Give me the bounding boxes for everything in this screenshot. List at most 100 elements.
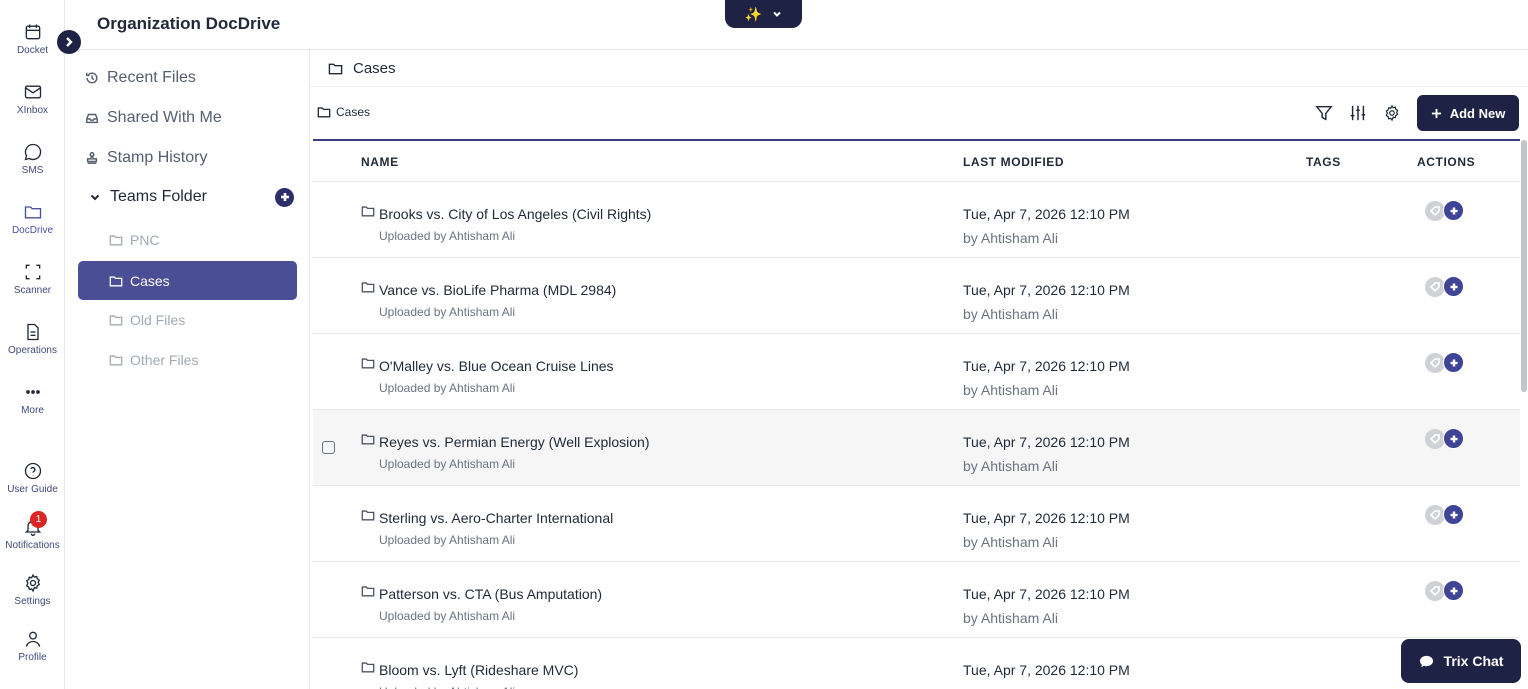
last-modified-date: Tue, Apr 7, 2026 12:10 PM [963,434,1130,450]
rail-item-user-guide[interactable]: User Guide [0,461,65,495]
row-actions [1425,352,1464,373]
folder-name-link[interactable]: Reyes vs. Permian Energy (Well Explosion… [379,434,650,450]
uploaded-by-text: Uploaded by Ahtisham Ali [379,381,516,395]
view-settings-button[interactable] [1382,103,1402,123]
chevron-right-icon [66,37,73,47]
column-header-last-modified[interactable]: LAST MODIFIED [963,155,1064,169]
tag-action-button[interactable] [1425,352,1445,373]
ai-assistant-button[interactable]: ✨ [725,0,802,28]
tag-action-button[interactable] [1425,428,1445,449]
chevron-down-icon [90,194,100,201]
folder-icon [109,355,123,366]
filter-button[interactable] [1314,103,1334,123]
rail-label: More [21,405,44,416]
table-row[interactable]: Brooks vs. City of Los Angeles (Civil Ri… [313,182,1520,258]
rail-label: Docket [16,45,49,56]
columns-adjust-button[interactable] [1348,103,1368,123]
column-header-name[interactable]: NAME [361,155,399,169]
rail-item-operations[interactable]: Operations [0,322,65,356]
modified-by-text: by Ahtisham Ali [963,534,1058,550]
rail-item-settings[interactable]: Settings [0,573,65,607]
tag-action-button[interactable] [1425,276,1445,297]
folder-name-link[interactable]: Sterling vs. Aero-Charter International [379,510,613,526]
last-modified-date: Tue, Apr 7, 2026 12:10 PM [963,510,1130,526]
stamp-icon [86,152,98,164]
icon-rail: Docket XInbox SMS DocDrive Scanner Opera… [0,0,65,689]
folder-item-old-files[interactable]: Old Files [109,312,185,328]
rail-label: Profile [18,652,47,663]
gear-icon [1385,104,1399,122]
folder-name-link[interactable]: O'Malley vs. Blue Ocean Cruise Lines [379,358,614,374]
document-icon [26,323,39,341]
add-action-button[interactable] [1443,200,1464,221]
uploaded-by-text: Uploaded by Ahtisham Ali [379,609,516,623]
folder-name-link[interactable]: Vance vs. BioLife Pharma (MDL 2984) [379,282,616,298]
rail-label: Operations [8,345,57,356]
breadcrumb: Cases [328,60,396,77]
table-row[interactable]: Vance vs. BioLife Pharma (MDL 2984) Uploa… [313,258,1520,334]
add-action-button[interactable] [1443,580,1464,601]
tag-action-button[interactable] [1425,200,1445,221]
add-team-folder-button[interactable] [275,187,294,207]
add-action-button[interactable] [1443,504,1464,525]
breadcrumb-link-cases[interactable]: Cases [317,105,370,119]
uploaded-by-text: Uploaded by Ahtisham Ali [379,685,515,689]
add-action-button[interactable] [1443,276,1464,297]
rail-item-more[interactable]: More [0,382,65,416]
rail-item-sms[interactable]: SMS [0,142,65,176]
add-action-button[interactable] [1443,352,1464,373]
table-row[interactable]: Reyes vs. Permian Energy (Well Explosion… [313,410,1520,486]
plus-icon [1450,359,1457,366]
folder-name-link[interactable]: Brooks vs. City of Los Angeles (Civil Ri… [379,206,651,222]
nav-recent-files[interactable]: Recent Files [85,69,196,87]
table-header: NAME LAST MODIFIED TAGS ACTIONS [313,139,1520,182]
sidebar-toggle-button[interactable] [57,30,81,54]
tag-icon [1430,585,1440,596]
table-row[interactable]: Patterson vs. CTA (Bus Amputation) Upload… [313,562,1520,638]
modified-by-text: by Ahtisham Ali [963,230,1058,246]
add-new-button[interactable]: Add New [1417,95,1519,131]
tag-action-button[interactable] [1425,580,1445,601]
teams-folder-toggle[interactable]: Teams Folder [89,187,294,207]
rail-item-docket[interactable]: Docket [0,22,65,56]
chat-bubble-icon [1419,655,1433,667]
folder-name-link[interactable]: Bloom vs. Lyft (Rideshare MVC) [379,662,578,678]
uploaded-by-text: Uploaded by Ahtisham Ali [379,229,516,243]
folder-item-pnc[interactable]: PNC [109,232,160,248]
last-modified-date: Tue, Apr 7, 2026 12:10 PM [963,206,1130,222]
folder-icon [109,315,123,326]
rail-label: Scanner [13,285,52,296]
rail-item-docdrive[interactable]: DocDrive [0,202,65,236]
modified-by-text: by Ahtisham Ali [963,610,1058,626]
folder-icon [361,204,375,218]
nav-label: Stamp History [107,149,208,166]
table-scrollbar[interactable] [1521,140,1527,392]
tag-action-button[interactable] [1425,504,1445,525]
mail-icon [24,85,41,99]
nav-stamp-history[interactable]: Stamp History [85,149,207,167]
folder-item-other-files[interactable]: Other Files [109,352,198,368]
table-row[interactable]: O'Malley vs. Blue Ocean Cruise Lines Uplo… [313,334,1520,410]
folder-label: Other Files [130,352,199,368]
folder-item-cases[interactable]: Cases [78,261,297,300]
nav-shared-with-me[interactable]: Shared With Me [85,109,222,127]
row-actions [1425,200,1464,221]
last-modified-date: Tue, Apr 7, 2026 12:10 PM [963,282,1130,298]
add-action-button[interactable] [1443,428,1464,449]
add-new-label: Add New [1449,105,1506,121]
user-icon [25,631,40,647]
trix-chat-button[interactable]: Trix Chat [1401,639,1521,683]
folder-icon [361,508,375,522]
rail-item-notifications[interactable]: 1 Notifications [0,511,65,551]
page-title: Organization DocDrive [97,14,281,33]
table-row[interactable]: Bloom vs. Lyft (Rideshare MVC) Uploaded b… [313,638,1520,689]
folder-name-link[interactable]: Patterson vs. CTA (Bus Amputation) [379,586,602,602]
plus-icon [1450,207,1457,214]
rail-item-profile[interactable]: Profile [0,629,65,663]
folder-icon [361,584,375,598]
rail-item-xinbox[interactable]: XInbox [0,82,65,116]
table-row[interactable]: Sterling vs. Aero-Charter International U… [313,486,1520,562]
row-checkbox[interactable] [322,441,335,454]
rail-item-scanner[interactable]: Scanner [0,262,65,296]
files-table: NAME LAST MODIFIED TAGS ACTIONS Brooks v… [313,139,1520,689]
